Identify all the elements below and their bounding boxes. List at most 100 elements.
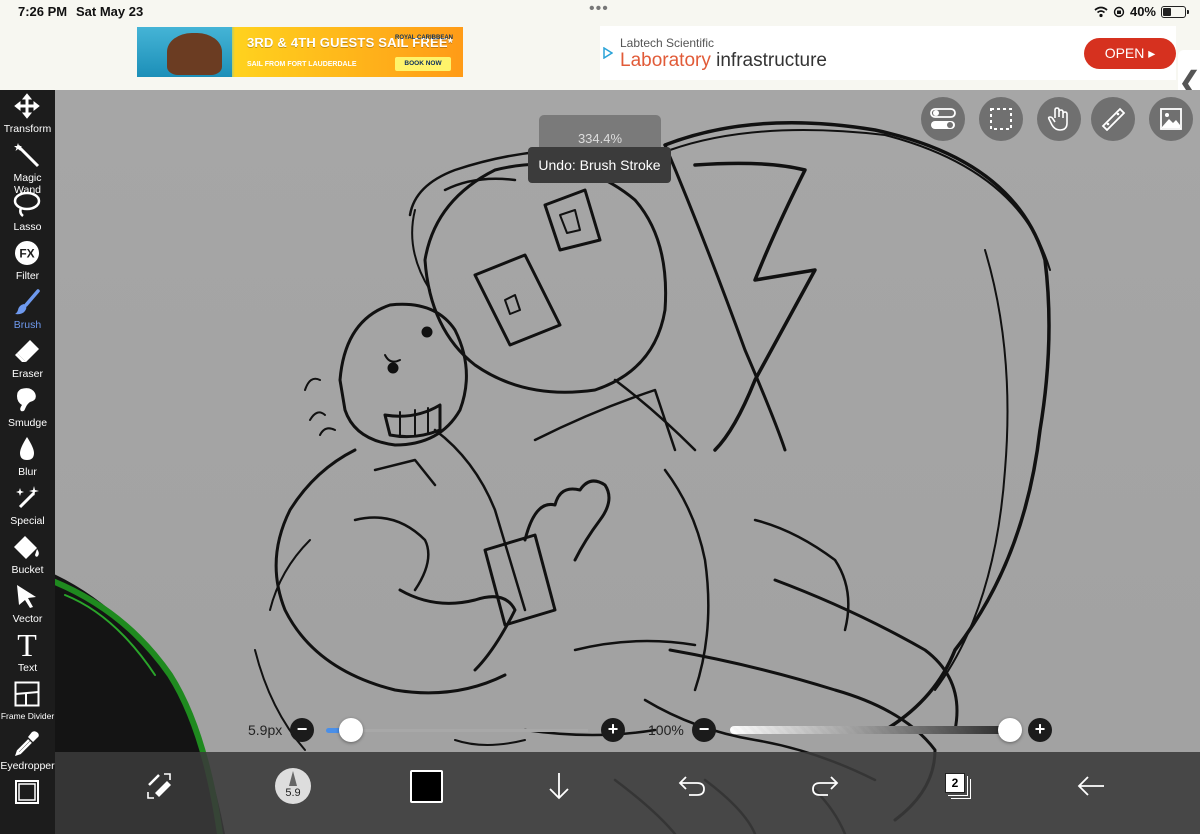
smudge-icon [13,386,41,414]
brush-icon [13,288,41,316]
tool-eyedropper[interactable]: Eyedropper [0,727,55,776]
tool-label-transform: Transform [3,123,52,135]
color-button[interactable] [406,766,446,806]
tool-text[interactable]: T Text [0,629,55,678]
wifi-icon [1094,6,1108,17]
hand-button[interactable] [1037,97,1081,141]
brush-settings-button[interactable]: 5.9 [273,766,313,806]
tool-sidebar: Transform Magic Wand Lasso FX Filter Bru… [0,90,55,834]
tool-label-vector: Vector [12,613,43,625]
opacity-decrease-button[interactable]: − [692,718,716,742]
tool-label-text: Text [17,662,38,674]
battery-percent: 40% [1129,4,1156,19]
square-tool-icon [13,778,41,806]
magic-wand-icon [13,141,41,169]
blur-icon [13,435,41,463]
redo-button[interactable] [805,766,845,806]
status-bar: 7:26 PM Sat May 23 ••• 40% [0,0,1200,24]
tool-label-lasso: Lasso [13,221,42,233]
battery-icon [1161,5,1189,18]
tool-label-frame-divider: Frame Divider [0,711,55,721]
svg-text:FX: FX [19,247,34,261]
ruler-button[interactable] [1091,97,1135,141]
eyedropper-icon [13,729,41,757]
tool-filter[interactable]: FX Filter [0,237,55,286]
transform-icon [13,92,41,120]
filter-icon: FX [13,239,41,267]
current-color-swatch [409,769,443,803]
tool-brush[interactable]: Brush [0,286,55,335]
undo-toast: Undo: Brush Stroke [528,147,671,183]
brush-size-slider-knob[interactable] [339,718,363,742]
tool-label-brush: Brush [13,319,42,331]
arrow-down-icon [549,773,569,800]
brush-size-track[interactable] [348,729,588,732]
status-time: 7:26 PM [18,4,68,19]
download-button[interactable] [539,766,579,806]
tool-label-eyedropper: Eyedropper [0,760,55,772]
tool-label-filter: Filter [15,270,40,282]
ad-title: Laboratory infrastructure [620,50,827,72]
swap-tool-button[interactable] [140,766,180,806]
special-icon [13,484,41,512]
sketch-artwork [55,121,1051,834]
image-button[interactable] [1149,97,1193,141]
ad-title-accent: Laboratory [620,50,711,71]
labtech-ad-banner[interactable]: Labtech Scientific Laboratory infrastruc… [600,26,1176,80]
opacity-slider-track[interactable] [730,726,1012,734]
tool-more[interactable] [0,776,55,825]
undo-button[interactable] [672,766,712,806]
ruler-icon [1101,107,1125,131]
cruise-ad-banner[interactable]: 3RD & 4TH GUESTS SAIL FREE* SAIL FROM FO… [137,27,463,77]
adchoices-icon[interactable] [603,47,613,59]
ad-bar: 3RD & 4TH GUESTS SAIL FREE* SAIL FROM FO… [0,24,1200,118]
bucket-icon [13,533,41,561]
ad-subtext: SAIL FROM FORT LAUDERDALE [247,61,357,68]
status-right: 40% [1094,4,1189,19]
hand-icon [1047,107,1068,131]
tool-blur[interactable]: Blur [0,433,55,482]
opacity-slider-knob[interactable] [998,718,1022,742]
toggle-button[interactable] [921,97,965,141]
tool-transform[interactable]: Transform [0,90,55,139]
layers-icon: 2 [943,771,973,801]
ad-people-image [167,33,222,75]
opacity-increase-button[interactable]: + [1028,718,1052,742]
tool-label-eraser: Eraser [12,368,43,380]
brush-preview-icon: 5.9 [275,768,311,804]
arrow-left-icon [1077,776,1104,796]
tool-label-bucket: Bucket [11,564,44,576]
ad-advertiser: Labtech Scientific [620,36,715,50]
tool-label-smudge: Smudge [7,417,48,429]
tool-label-blur: Blur [18,466,37,478]
multitasking-dots-icon[interactable]: ••• [589,0,609,18]
brush-preview-size: 5.9 [285,787,301,799]
tool-bucket[interactable]: Bucket [0,531,55,580]
redo-icon [812,776,839,796]
tool-eraser[interactable]: Eraser [0,335,55,384]
tool-vector[interactable]: Vector [0,580,55,629]
tool-frame-divider[interactable]: Frame Divider [0,678,55,727]
brush-eraser-swap-icon [147,773,171,799]
lasso-icon [13,190,41,218]
status-date: Sat May 23 [76,4,144,19]
undo-icon [678,776,705,796]
text-icon: T [17,627,37,663]
layer-count: 2 [945,773,965,793]
selection-icon [990,108,1012,130]
tool-smudge[interactable]: Smudge [0,384,55,433]
drawing-canvas[interactable] [55,90,1200,834]
selection-button[interactable] [979,97,1023,141]
frame-divider-icon [13,680,41,708]
layers-button[interactable]: 2 [938,766,978,806]
brush-size-increase-button[interactable]: + [601,718,625,742]
vector-icon [13,582,41,610]
ad-book-now-button[interactable]: BOOK NOW [395,57,451,71]
back-button[interactable] [1071,766,1111,806]
tool-magic-wand[interactable]: Magic Wand [0,139,55,196]
tool-lasso[interactable]: Lasso [0,188,55,237]
image-icon [1160,108,1182,130]
tool-special[interactable]: Special [0,482,55,531]
ad-open-button[interactable]: OPEN ▸ [1084,38,1176,69]
brush-size-decrease-button[interactable]: − [290,718,314,742]
